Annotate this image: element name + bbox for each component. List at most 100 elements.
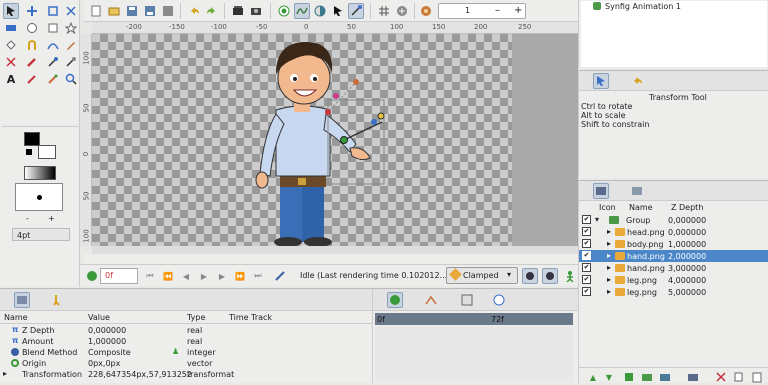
brush-size-decrease[interactable]: -: [26, 214, 29, 223]
seek-next-keyframe-icon[interactable]: ⏩: [232, 268, 248, 284]
seek-prev-frame-icon[interactable]: ◀: [178, 268, 194, 284]
redo-icon[interactable]: [204, 3, 220, 19]
layer-row[interactable]: ✔ ▾ Group 0,000000: [579, 214, 768, 226]
animate-mode-icon[interactable]: [294, 3, 310, 19]
undo-icon[interactable]: [186, 3, 202, 19]
canvas-browser-list[interactable]: Synfig Animation 1: [581, 1, 767, 67]
layer-visibility-checkbox[interactable]: ✔: [582, 287, 591, 296]
table-row[interactable]: Blend Method Composite ♟ integer: [0, 347, 372, 358]
seek-prev-keyframe-icon[interactable]: ⏪: [160, 268, 176, 284]
transform-tool-icon[interactable]: [3, 3, 19, 19]
bounds-toggle-icon[interactable]: [272, 268, 288, 284]
timetrack-area[interactable]: [375, 326, 573, 382]
tab-params[interactable]: [14, 292, 30, 308]
table-row[interactable]: Origin 0px,0px vector: [0, 358, 372, 369]
transform-handles[interactable]: [292, 74, 412, 194]
star-tool-icon[interactable]: [63, 20, 79, 36]
spline-tool-icon[interactable]: [45, 37, 61, 53]
text-tool-icon[interactable]: A: [3, 71, 19, 87]
animation-mode-toggle-icon[interactable]: [562, 268, 578, 284]
grid-snap-icon[interactable]: [394, 3, 410, 19]
layer-row-selected[interactable]: ✔ ▸ hand.png 2,000000: [579, 250, 768, 262]
save-icon[interactable]: [124, 3, 140, 19]
tab-timetrack[interactable]: [387, 292, 403, 308]
layer-visibility-checkbox[interactable]: ✔: [582, 215, 591, 224]
width-field[interactable]: 4pt: [12, 228, 70, 241]
interpolation-select[interactable]: Clamped ▾: [446, 267, 518, 284]
gradient-swatch[interactable]: [24, 166, 56, 180]
render-icon[interactable]: [230, 3, 246, 19]
expander-icon[interactable]: ▸: [607, 251, 611, 260]
sketch-tool-icon[interactable]: [24, 71, 40, 87]
expander-icon[interactable]: ▸: [607, 287, 611, 296]
canvas-viewport[interactable]: [92, 34, 578, 246]
tab-tool-options[interactable]: [593, 73, 609, 89]
tab-library[interactable]: [50, 292, 66, 308]
draft-toggle-icon[interactable]: [276, 3, 292, 19]
fill-color-swatch[interactable]: [38, 145, 56, 159]
time-ruler[interactable]: 0f 72f: [375, 313, 573, 325]
tab-keyframes[interactable]: [459, 292, 475, 308]
current-time-value[interactable]: 0f: [105, 271, 113, 280]
grid-toggle-icon[interactable]: [376, 3, 392, 19]
new-file-icon[interactable]: [88, 3, 104, 19]
eyedrop-tool-icon[interactable]: [63, 54, 79, 70]
tab-layers[interactable]: [593, 183, 609, 199]
preview-icon[interactable]: [248, 3, 264, 19]
expander-icon[interactable]: ▸: [607, 227, 611, 236]
layer-row[interactable]: ✔ ▸ hand.png 3,000000: [579, 262, 768, 274]
table-row[interactable]: π Amount 1,000000 real: [0, 336, 372, 347]
keyframe-lock-future-icon[interactable]: [542, 268, 558, 284]
canvas-browser-item[interactable]: Synfig Animation 1: [605, 2, 681, 11]
current-time-field[interactable]: 0f: [100, 268, 138, 284]
play-icon[interactable]: ▶: [196, 268, 212, 284]
circle-tool-icon[interactable]: [24, 20, 40, 36]
frame-decrement[interactable]: –: [495, 5, 500, 16]
canvas-hscrollbar[interactable]: [92, 246, 578, 254]
tab-sets[interactable]: [629, 183, 645, 199]
tab-curves[interactable]: [423, 292, 439, 308]
gradient-tool-icon[interactable]: [24, 37, 40, 53]
cutout-tool-icon[interactable]: [3, 54, 19, 70]
draw-tool-icon[interactable]: [63, 37, 79, 53]
brush-size-increase[interactable]: +: [48, 214, 55, 223]
expander-icon[interactable]: ▸: [607, 275, 611, 284]
rectangle-tool-icon[interactable]: [45, 20, 61, 36]
table-row[interactable]: π Z Depth 0,000000 real: [0, 325, 372, 336]
frame-spinner[interactable]: 1 – +: [438, 3, 526, 19]
layer-visibility-checkbox[interactable]: ✔: [582, 263, 591, 272]
keyframe-lock-past-icon[interactable]: [522, 268, 538, 284]
seek-begin-icon[interactable]: ⏮: [142, 268, 158, 284]
frame-value[interactable]: 1: [465, 6, 470, 15]
show-handles-icon[interactable]: [330, 3, 346, 19]
link-handles-icon[interactable]: [348, 3, 364, 19]
mirror-tool-icon[interactable]: [3, 20, 19, 36]
seek-next-frame-icon[interactable]: ▶: [214, 268, 230, 284]
table-row[interactable]: ▸ Transformation 228,647354px,57,913252 …: [0, 369, 372, 380]
expander-icon[interactable]: ▸: [607, 263, 611, 272]
animation-mode-icon[interactable]: [84, 268, 100, 284]
rotate-tool-icon[interactable]: [63, 3, 79, 19]
fill-tool-icon[interactable]: [45, 54, 61, 70]
open-file-icon[interactable]: [106, 3, 122, 19]
tab-history[interactable]: [629, 73, 645, 89]
brush-tool-icon[interactable]: [45, 71, 61, 87]
onion-skin-icon[interactable]: [312, 3, 328, 19]
onion-past-icon[interactable]: [418, 3, 434, 19]
frame-increment[interactable]: +: [514, 5, 522, 16]
layer-visibility-checkbox[interactable]: ✔: [582, 275, 591, 284]
smooth-move-tool-icon[interactable]: [24, 3, 40, 19]
layer-visibility-checkbox[interactable]: ✔: [582, 239, 591, 248]
zoom-tool-icon[interactable]: [63, 71, 79, 87]
seek-end-icon[interactable]: ⏭: [250, 268, 266, 284]
expander-icon[interactable]: ▾: [595, 215, 599, 224]
width-value[interactable]: 4pt: [17, 231, 30, 240]
layer-row[interactable]: ✔ ▸ head.png 0,000000: [579, 226, 768, 238]
expander-icon[interactable]: ▸: [607, 239, 611, 248]
layer-visibility-checkbox[interactable]: ✔: [582, 251, 591, 260]
outline-color-swatch[interactable]: [24, 132, 40, 146]
layer-row[interactable]: ✔ ▸ leg.png 5,000000: [579, 286, 768, 298]
canvas-zoom-buttons[interactable]: [84, 254, 578, 264]
width-tool-icon[interactable]: [24, 54, 40, 70]
scale-tool-icon[interactable]: [45, 3, 61, 19]
